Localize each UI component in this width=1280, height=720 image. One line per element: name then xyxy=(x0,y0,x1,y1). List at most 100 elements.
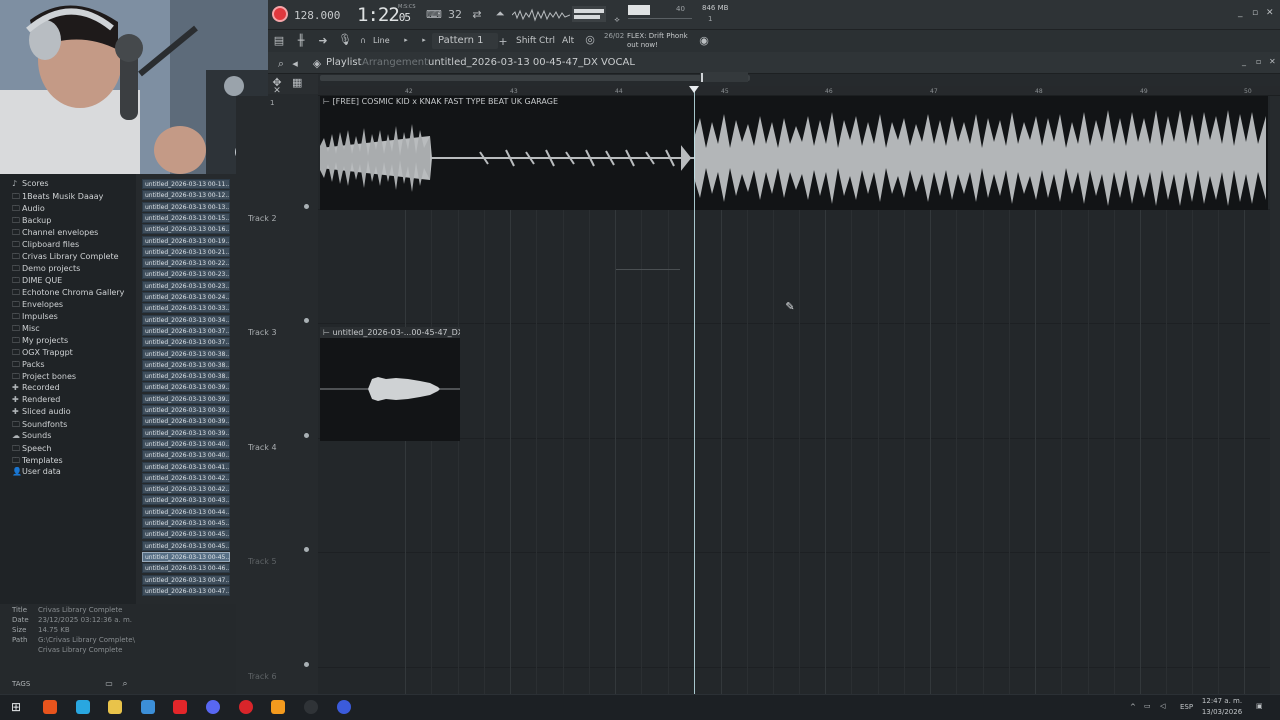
track-3-mute[interactable] xyxy=(304,433,309,438)
playhead-marker-icon[interactable] xyxy=(689,86,699,93)
playlist-maximize[interactable]: ▫ xyxy=(1256,57,1261,66)
volume-icon[interactable]: ◁ xyxy=(1160,702,1165,710)
metronome-icon[interactable]: ⏶ xyxy=(492,7,508,21)
maximize-button[interactable]: ▫ xyxy=(1252,8,1258,18)
snap-selector[interactable]: Line xyxy=(373,36,390,45)
news-icon[interactable]: ◎ xyxy=(582,33,598,46)
file-item[interactable]: untitled_2026-03-13 00-23... xyxy=(142,269,230,280)
tempo-display[interactable]: 128.000 xyxy=(294,9,340,22)
file-explorer-icon[interactable] xyxy=(108,700,122,714)
track-6-label[interactable]: Track 6 xyxy=(248,672,277,681)
online-icon[interactable]: ◉ xyxy=(698,34,710,47)
file-item[interactable]: untitled_2026-03-13 00-38... xyxy=(142,348,230,359)
file-item[interactable]: untitled_2026-03-13 00-15... xyxy=(142,212,230,223)
recorder-icon[interactable] xyxy=(239,700,253,714)
taskbar-date[interactable]: 13/03/2026 xyxy=(1200,708,1244,716)
file-item[interactable]: untitled_2026-03-13 00-37... xyxy=(142,337,230,348)
discord-icon[interactable] xyxy=(206,700,220,714)
news-text[interactable]: FLEX: Drift Phonk out now! xyxy=(604,32,694,50)
brave-browser-icon[interactable] xyxy=(43,700,57,714)
file-item[interactable]: untitled_2026-03-13 00-45... xyxy=(142,540,230,551)
alt-key[interactable]: Alt xyxy=(562,36,574,46)
close-button[interactable]: ✕ xyxy=(1266,8,1274,18)
horizontal-scrollbar[interactable] xyxy=(320,75,750,81)
blend-notes-icon[interactable]: ⇄ xyxy=(470,8,484,21)
file-item[interactable]: untitled_2026-03-13 00-39... xyxy=(142,427,230,438)
file-item[interactable]: untitled_2026-03-13 00-42... xyxy=(142,484,230,495)
file-item[interactable]: untitled_2026-03-13 00-44... xyxy=(142,506,230,517)
play-pattern-icon[interactable]: ▸ xyxy=(420,36,428,44)
audio-clip-vocal[interactable]: ⊢ untitled_2026-03-...00-45-47_DX VOCAL xyxy=(320,327,460,441)
scrollbar-thumb[interactable] xyxy=(700,72,748,82)
file-item[interactable]: untitled_2026-03-13 00-45... xyxy=(142,518,230,528)
shift-key[interactable]: Shift xyxy=(516,36,536,46)
file-item[interactable]: untitled_2026-03-13 00-47... xyxy=(142,585,230,596)
minimize-button[interactable]: _ xyxy=(1238,8,1243,18)
notifications-icon[interactable]: ▣ xyxy=(1256,702,1263,710)
file-item[interactable]: untitled_2026-03-13 00-24... xyxy=(142,292,230,302)
file-item[interactable]: untitled_2026-03-13 00-47... xyxy=(142,574,230,585)
track-3-label[interactable]: Track 3 xyxy=(248,328,277,337)
file-item[interactable]: untitled_2026-03-13 00-42... xyxy=(142,472,230,483)
timeline-ruler[interactable]: 42 43 44 45 46 47 48 49 50 xyxy=(318,86,1280,96)
lane-4[interactable] xyxy=(318,439,1270,553)
file-item[interactable]: untitled_2026-03-13 00-43... xyxy=(142,495,230,506)
magnet-icon[interactable]: ∩ xyxy=(358,36,368,45)
file-item[interactable]: untitled_2026-03-13 00-39... xyxy=(142,382,230,393)
file-item[interactable]: untitled_2026-03-13 00-45... xyxy=(142,551,230,562)
file-item[interactable]: untitled_2026-03-13 00-37... xyxy=(142,325,230,336)
pattern-selector[interactable]: Pattern 1 xyxy=(432,33,498,49)
arrow-icon[interactable]: ➜ xyxy=(316,34,330,47)
search-icon[interactable]: ⌕ xyxy=(120,679,130,689)
typing-keyboard-icon[interactable]: ⌨ xyxy=(426,8,442,21)
youtube-icon[interactable] xyxy=(173,700,187,714)
file-item[interactable]: untitled_2026-03-13 00-41... xyxy=(142,461,230,472)
playhead[interactable] xyxy=(694,86,695,694)
file-item[interactable]: untitled_2026-03-13 00-38... xyxy=(142,359,230,370)
file-item[interactable]: untitled_2026-03-13 00-16... xyxy=(142,224,230,235)
file-item[interactable]: untitled_2026-03-13 00-21... xyxy=(142,246,230,257)
file-item[interactable]: untitled_2026-03-13 00-40... xyxy=(142,438,230,449)
file-item[interactable]: untitled_2026-03-13 00-22... xyxy=(142,258,230,269)
arrangement-label[interactable]: Arrangement xyxy=(362,57,428,68)
file-item[interactable]: untitled_2026-03-13 00-39... xyxy=(142,405,230,415)
browser-item[interactable]: ✚ Recorded xyxy=(12,383,60,392)
store-icon[interactable] xyxy=(141,700,155,714)
obs-icon[interactable] xyxy=(304,700,318,714)
mixer-icon[interactable]: ╫ xyxy=(294,34,308,47)
playlist-options-icon[interactable]: ◈ xyxy=(312,57,322,70)
file-item[interactable]: untitled_2026-03-13 00-12... xyxy=(142,190,230,201)
file-item[interactable]: untitled_2026-03-13 00-39... xyxy=(142,393,230,404)
playlist-grid[interactable]: ⊢ [FREE] COSMIC KID x KNAK FAST TYPE BEA… xyxy=(318,96,1270,694)
ctrl-key[interactable]: Ctrl xyxy=(539,36,555,46)
selected-clip-path[interactable]: untitled_2026-03-13 00-45-47_DX VOCAL xyxy=(428,57,635,68)
windows-start-icon[interactable]: ⊞ xyxy=(10,700,22,714)
browser-item[interactable]: 👤User data xyxy=(12,467,61,476)
record-button[interactable] xyxy=(272,6,288,22)
track-1-mute[interactable] xyxy=(304,204,309,209)
step-edit-icon[interactable]: 32 xyxy=(448,8,462,21)
language-indicator[interactable]: ESP xyxy=(1180,703,1193,711)
track-5-mute[interactable] xyxy=(304,662,309,667)
playlist-close[interactable]: ✕ xyxy=(1269,57,1276,66)
tag-filter-icon[interactable]: ▭ xyxy=(104,679,114,688)
file-item[interactable]: untitled_2026-03-13 00-11... xyxy=(142,179,230,189)
file-item[interactable]: untitled_2026-03-13 00-40... xyxy=(142,450,230,461)
color-app-icon[interactable] xyxy=(76,700,90,714)
close-strip-icon[interactable]: ✕ xyxy=(272,86,282,96)
file-item[interactable]: untitled_2026-03-13 00-33... xyxy=(142,303,230,314)
file-item[interactable]: untitled_2026-03-13 00-23... xyxy=(142,280,230,291)
tags-label[interactable]: TAGS xyxy=(12,680,30,688)
microphone-icon[interactable]: 🎙 xyxy=(338,33,352,46)
fl-studio-icon[interactable] xyxy=(271,700,285,714)
taskbar-time[interactable]: 12:47 a. m. xyxy=(1200,697,1244,705)
track-2-mute[interactable] xyxy=(304,318,309,323)
track-4-label[interactable]: Track 4 xyxy=(248,443,277,452)
lane-5[interactable] xyxy=(318,554,1270,668)
zoom-icon[interactable]: ⌕ xyxy=(276,57,286,71)
file-item[interactable]: untitled_2026-03-13 00-19... xyxy=(142,235,230,246)
browser-item[interactable]: ♪ Scores xyxy=(12,179,49,188)
track-5-label[interactable]: Track 5 xyxy=(248,557,277,566)
audio-clip-beat[interactable]: ⊢ [FREE] COSMIC KID x KNAK FAST TYPE BEA… xyxy=(320,96,1268,210)
add-pattern-icon[interactable]: + xyxy=(498,35,508,48)
